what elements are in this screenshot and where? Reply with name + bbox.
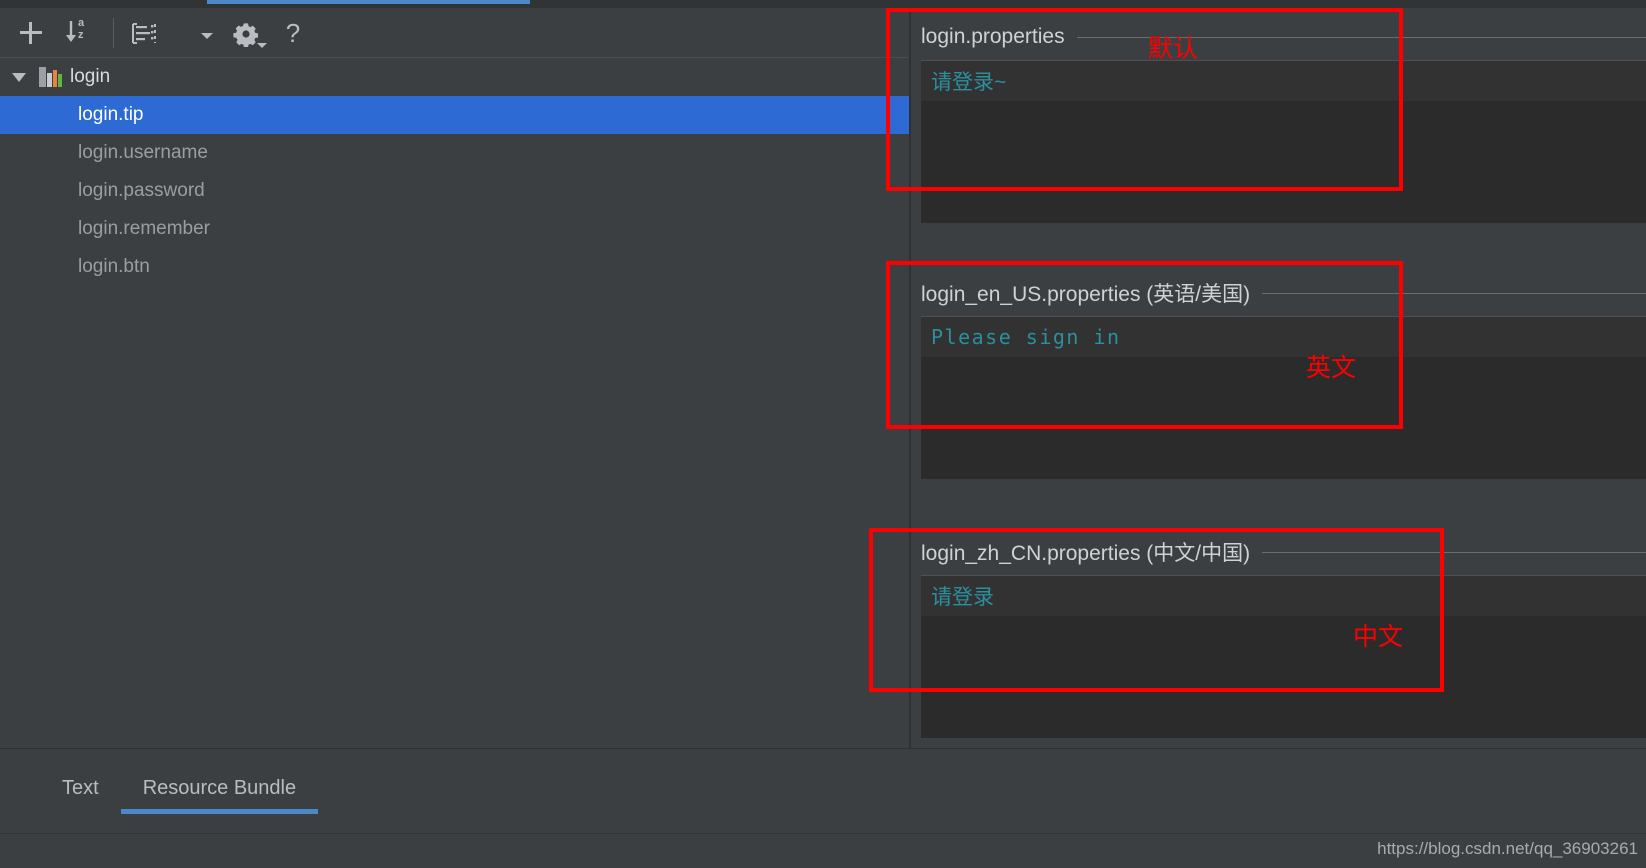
triangle-down-icon	[12, 72, 26, 82]
annotation-label-default: 默认	[1148, 34, 1199, 63]
tab-text[interactable]: Text	[40, 777, 121, 814]
locale-value-text[interactable]: 请登录~	[921, 61, 1646, 101]
sort-alphabetically-button[interactable]: az	[60, 14, 98, 52]
locale-block-en-us: login_en_US.properties (英语/美国) Please si…	[911, 270, 1646, 479]
locale-header-en-us: login_en_US.properties (英语/美国)	[911, 270, 1646, 316]
group-list-icon	[131, 23, 156, 44]
tree-item-label: login.username	[78, 142, 208, 163]
toolbar-divider	[113, 18, 114, 48]
annotation-label-zh-cn: 中文	[1353, 622, 1404, 651]
tab-resource-bundle[interactable]: Resource Bundle	[120, 777, 319, 814]
tree-root-label: login	[70, 66, 111, 87]
gear-dropdown-chevron-icon	[257, 43, 267, 48]
locale-title: login.properties	[921, 25, 1065, 48]
locale-header-zh-cn: login_zh_CN.properties (中文/中国)	[911, 529, 1646, 575]
add-property-button[interactable]	[12, 14, 50, 52]
tree-item-login-password[interactable]: login.password	[0, 172, 909, 210]
sort-az-icon: az	[64, 17, 94, 46]
locale-value-text[interactable]: Please sign in	[921, 317, 1646, 357]
chevron-down-icon	[201, 33, 213, 39]
locale-value-text[interactable]: 请登录	[921, 576, 1646, 616]
editor-empty-area[interactable]	[921, 101, 1646, 222]
tab-underline	[120, 809, 319, 814]
gear-glyph	[233, 23, 259, 48]
locale-value-editor-en-us[interactable]: Please sign in	[921, 316, 1646, 479]
help-button[interactable]: ?	[274, 14, 312, 52]
tree-item-label: login.tip	[78, 104, 144, 125]
locale-title: login_zh_CN.properties (中文/中国)	[921, 542, 1251, 565]
status-bar: https://blog.csdn.net/qq_36903261	[0, 833, 1646, 868]
tree-item-login-remember[interactable]: login.remember	[0, 210, 909, 248]
tree-item-login-btn[interactable]: login.btn	[0, 248, 909, 286]
resource-bundle-toolbar: az ?	[0, 8, 909, 58]
tree-item-label: login.btn	[78, 256, 150, 277]
locale-block-default: login.properties 请登录~	[911, 14, 1646, 223]
expand-collapse-toggle[interactable]	[0, 72, 38, 82]
watermark-url: https://blog.csdn.net/qq_36903261	[1377, 839, 1638, 858]
group-by-prefix-button[interactable]	[124, 14, 162, 52]
editor-empty-area[interactable]	[921, 616, 1646, 737]
down-arrow-glyph	[66, 21, 76, 42]
active-tab-indicator	[207, 0, 530, 4]
properties-tree[interactable]: login login.tip login.username login.pas…	[0, 58, 909, 748]
question-mark-icon: ?	[285, 18, 301, 48]
locale-value-editor-default[interactable]: 请登录~	[921, 60, 1646, 223]
header-rule	[1262, 551, 1646, 553]
locale-block-zh-cn: login_zh_CN.properties (中文/中国) 请登录	[911, 529, 1646, 738]
annotation-label-en-us: 英文	[1306, 353, 1357, 382]
editor-view-tabs: Text Resource Bundle	[40, 777, 319, 814]
tree-item-label: login.remember	[78, 218, 210, 239]
tree-item-login-username[interactable]: login.username	[0, 134, 909, 172]
resource-bundle-icon	[38, 66, 64, 88]
editor-tab-strip	[0, 0, 1646, 8]
locale-editors-pane: login.properties 请登录~ login_en_US.proper…	[911, 8, 1646, 748]
plus-icon	[20, 22, 42, 44]
tab-label: Resource Bundle	[142, 777, 297, 799]
locale-value-editor-zh-cn[interactable]: 请登录	[921, 575, 1646, 738]
toolbar-dropdown-button[interactable]	[188, 24, 226, 48]
locale-header-default: login.properties	[911, 14, 1646, 60]
gear-icon	[233, 21, 259, 48]
tree-item-label: login.password	[78, 180, 205, 201]
tab-label: Text	[62, 777, 99, 799]
tree-root-login[interactable]: login	[0, 58, 909, 96]
resource-bundle-glyph	[39, 67, 62, 87]
header-rule	[1262, 292, 1646, 294]
az-glyph: az	[78, 17, 85, 41]
bottom-tab-bar: Text Resource Bundle	[0, 748, 1646, 834]
editor-empty-area[interactable]	[921, 357, 1646, 478]
tree-item-login-tip[interactable]: login.tip	[0, 96, 909, 134]
settings-button[interactable]	[226, 14, 267, 52]
resource-bundle-editor-window: az ? login login.tip login.username logi…	[0, 0, 1646, 868]
locale-title: login_en_US.properties (英语/美国)	[921, 283, 1251, 306]
tab-underline	[40, 809, 121, 814]
group-list-glyph	[132, 23, 156, 44]
